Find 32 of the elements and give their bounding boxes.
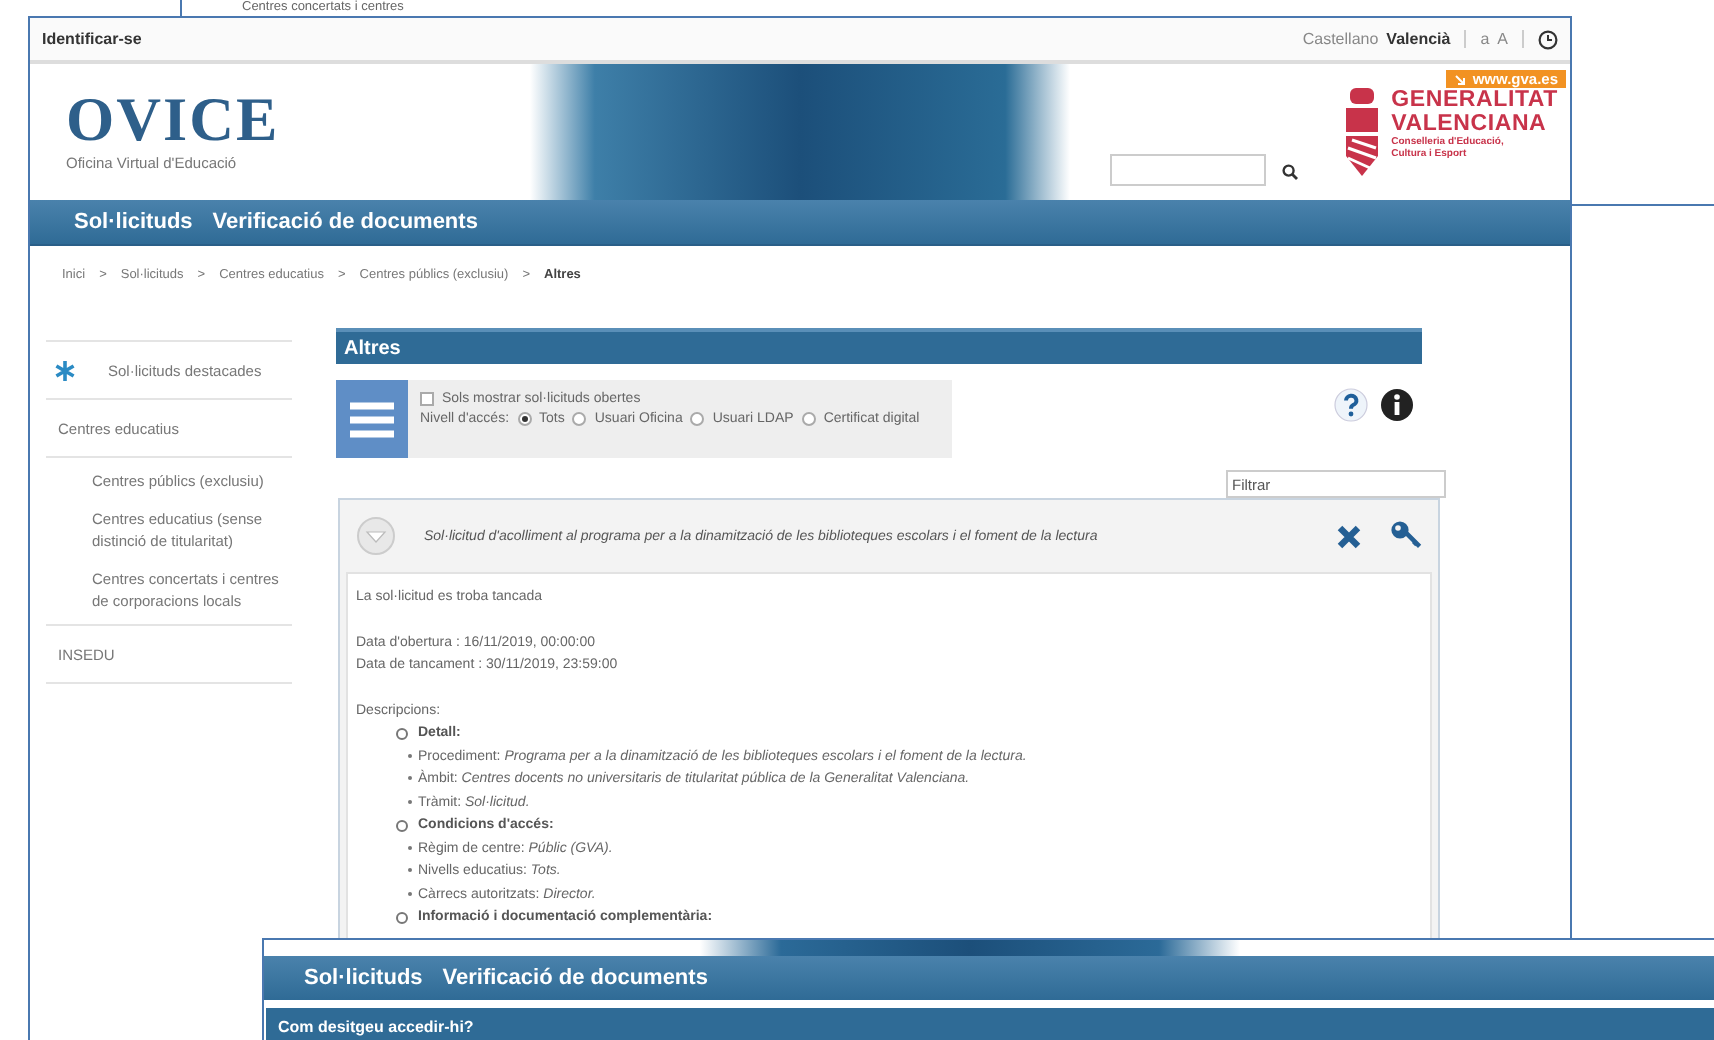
info-icon[interactable] bbox=[1380, 388, 1414, 422]
radio-button[interactable] bbox=[517, 412, 532, 426]
key-icon[interactable] bbox=[1390, 520, 1422, 552]
font-size-link[interactable]: A bbox=[1497, 30, 1508, 48]
nav-link[interactable]: Verificació de documents bbox=[212, 210, 478, 234]
menu-icon[interactable] bbox=[336, 380, 408, 458]
help-icon[interactable] bbox=[1334, 388, 1368, 422]
radio-button[interactable] bbox=[572, 412, 587, 426]
radio-button[interactable] bbox=[690, 412, 705, 426]
section-title-bar: Com desitgeu accedir-hi? bbox=[264, 1006, 1714, 1040]
bullet-icon bbox=[396, 819, 408, 832]
logo-title: OVICE bbox=[66, 88, 280, 150]
search-field[interactable] bbox=[1110, 154, 1266, 186]
nav-link[interactable]: Verificació de documents bbox=[442, 966, 708, 990]
login-link[interactable]: Identificar-se bbox=[42, 30, 142, 48]
font-size-link[interactable]: a bbox=[1480, 30, 1490, 48]
checkbox[interactable] bbox=[420, 392, 434, 406]
section-title-bar: Altres bbox=[336, 328, 1422, 364]
radio-button[interactable] bbox=[801, 412, 816, 426]
nav-link[interactable]: Sol·licituds bbox=[74, 210, 193, 234]
close-icon[interactable] bbox=[1336, 523, 1362, 549]
asterisk-icon bbox=[54, 359, 76, 381]
nav-link[interactable]: Sol·licituds bbox=[304, 966, 423, 990]
gva-title: GENERALITAT bbox=[1391, 88, 1558, 112]
bullet-icon bbox=[396, 727, 408, 740]
clock-icon[interactable] bbox=[1538, 29, 1558, 49]
language-link[interactable]: Valencià bbox=[1386, 30, 1451, 48]
language-link[interactable]: Castellano bbox=[1302, 30, 1379, 48]
search-icon[interactable] bbox=[1282, 164, 1298, 180]
gva-title: VALENCIANA bbox=[1391, 112, 1549, 136]
bullet-icon bbox=[396, 911, 408, 924]
arrow-icon bbox=[1454, 73, 1467, 85]
